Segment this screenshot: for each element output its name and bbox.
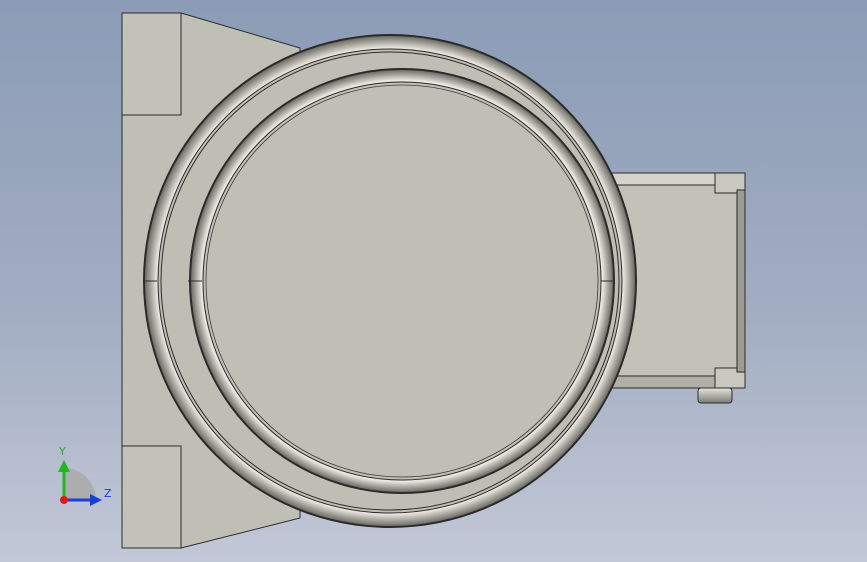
z-axis-label: Z: [104, 487, 112, 500]
cad-graphics-viewport[interactable]: Y Z: [0, 0, 867, 562]
coordinate-triad-icon[interactable]: Y Z: [58, 445, 112, 506]
y-axis-label: Y: [58, 445, 66, 458]
cable-gland: [697, 387, 733, 404]
flange-ring: [189, 68, 615, 494]
model-view[interactable]: Y Z: [0, 0, 867, 562]
